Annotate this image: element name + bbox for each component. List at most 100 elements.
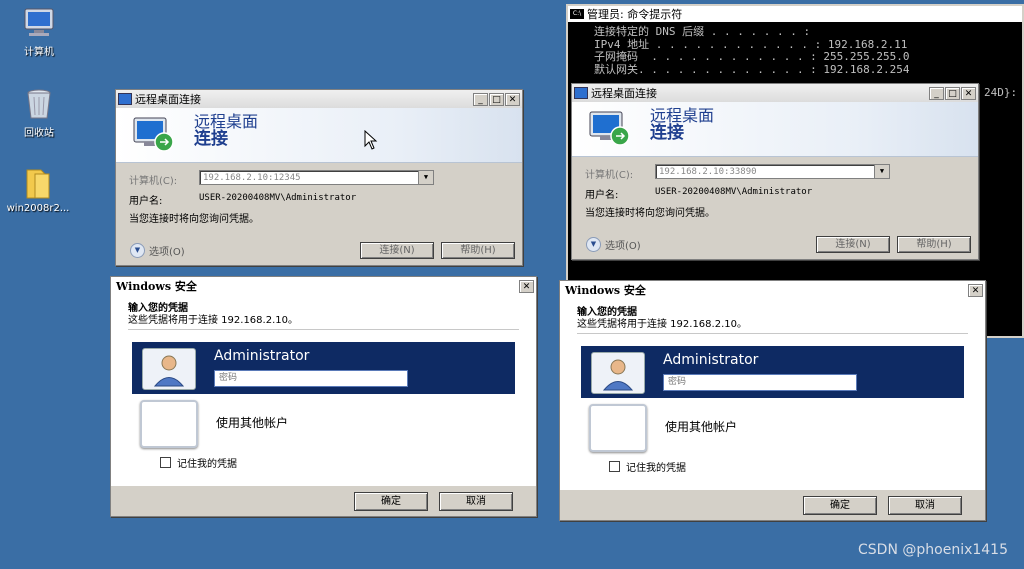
cmd-title: 管理员: 命令提示符 — [587, 8, 683, 21]
desktop-icon-label: 回收站 — [24, 128, 54, 139]
rdp-window-left[interactable]: 远程桌面连接 _ □ ✕ 远程桌面 连接 计算机(C): 192.168.2.1… — [115, 89, 523, 266]
computer-label: 计算机(C): — [585, 170, 634, 181]
options-toggle[interactable]: ▼ 选项(O) — [130, 243, 185, 258]
options-toggle[interactable]: ▼ 选项(O) — [586, 237, 641, 252]
credential-username: Administrator — [214, 348, 310, 364]
cmd-line: 子网掩码 . . . . . . . . . . . . : 255.255.2… — [594, 50, 910, 63]
recycle-bin-icon — [22, 87, 56, 121]
options-label: 选项(O) — [149, 247, 185, 258]
windows-security-dialog-left[interactable]: Windows 安全 ✕ 输入您的凭据 这些凭据将用于连接 192.168.2.… — [110, 276, 537, 517]
rdp-title: 远程桌面连接 — [591, 87, 657, 100]
close-button[interactable]: ✕ — [505, 92, 520, 106]
checkbox-icon[interactable] — [160, 457, 171, 468]
rdp-heading-2: 连接 — [650, 123, 684, 143]
help-button[interactable]: 帮助(H) — [897, 236, 971, 253]
remote-desktop-icon — [130, 114, 180, 154]
computer-value: 192.168.2.10:33890 — [659, 167, 757, 177]
maximize-button[interactable]: □ — [945, 86, 960, 100]
other-account-tile-icon[interactable] — [140, 400, 198, 448]
cancel-button[interactable]: 取消 — [888, 496, 962, 515]
divider — [128, 329, 519, 330]
chevron-down-icon[interactable]: ▼ — [874, 165, 889, 178]
cmd-trailing-text: 24D}: — [984, 86, 1018, 99]
help-button[interactable]: 帮助(H) — [441, 242, 515, 259]
divider — [577, 333, 968, 334]
ok-button[interactable]: 确定 — [803, 496, 877, 515]
desktop-icon-computer[interactable]: 计算机 — [4, 6, 74, 58]
desktop-icon-folder[interactable]: win2008r2... — [3, 166, 73, 214]
other-account-tile-icon[interactable] — [589, 404, 647, 452]
rdp-heading-2: 连接 — [194, 129, 228, 149]
rdp-small-icon — [574, 87, 588, 99]
rdp-titlebar[interactable]: 远程桌面连接 _ □ ✕ — [116, 90, 522, 109]
computer-icon — [22, 6, 56, 40]
password-input[interactable]: 密码 — [663, 374, 857, 391]
rdp-titlebar[interactable]: 远程桌面连接 _ □ ✕ — [572, 84, 978, 103]
security-title: Windows 安全 — [565, 284, 646, 297]
username-value: USER-20200408MV\Administrator — [199, 193, 357, 203]
password-input[interactable]: 密码 — [214, 370, 408, 387]
computer-label: 计算机(C): — [129, 176, 178, 187]
user-avatar-icon — [591, 352, 645, 394]
remember-label: 记住我的凭据 — [177, 459, 237, 470]
cmd-line: 默认网关. . . . . . . . . . . . . : 192.168.… — [594, 62, 910, 76]
credential-note: 当您连接时将向您询问凭据。 — [585, 208, 715, 219]
desktop-icon-recycle-bin[interactable]: 回收站 — [4, 87, 74, 139]
credential-note: 当您连接时将向您询问凭据。 — [129, 214, 259, 225]
security-body: 输入您的凭据 这些凭据将用于连接 192.168.2.10。 Administr… — [111, 295, 536, 516]
options-label: 选项(O) — [605, 241, 641, 252]
computer-value: 192.168.2.10:12345 — [203, 173, 301, 183]
close-button[interactable]: ✕ — [968, 283, 983, 297]
security-title: Windows 安全 — [116, 280, 197, 293]
rdp-title: 远程桌面连接 — [135, 93, 201, 106]
selected-credential-tile[interactable]: Administrator 密码 — [581, 346, 964, 398]
security-titlebar[interactable]: Windows 安全 ✕ — [111, 277, 536, 296]
cmd-output: 连接特定的 DNS 后缀 . . . . . . . : IPv4 地址 . .… — [568, 22, 1022, 80]
cmd-line: 连接特定的 DNS 后缀 . . . . . . . : — [594, 25, 811, 38]
remote-desktop-icon — [586, 108, 636, 148]
rdp-small-icon — [118, 93, 132, 105]
remember-credentials-checkbox[interactable]: 记住我的凭据 — [609, 459, 686, 474]
chevron-down-icon: ▼ — [586, 237, 601, 252]
folder-icon — [21, 166, 55, 200]
cancel-button[interactable]: 取消 — [439, 492, 513, 511]
maximize-button[interactable]: □ — [489, 92, 504, 106]
close-button[interactable]: ✕ — [519, 279, 534, 293]
chevron-down-icon: ▼ — [130, 243, 145, 258]
chevron-down-icon[interactable]: ▼ — [418, 171, 433, 184]
security-body: 输入您的凭据 这些凭据将用于连接 192.168.2.10。 Administr… — [560, 299, 985, 520]
computer-combobox[interactable]: 192.168.2.10:12345 ▼ — [199, 170, 434, 185]
username-label: 用户名: — [129, 196, 163, 207]
watermark: CSDN @phoenix1415 — [858, 542, 1008, 558]
connect-button[interactable]: 连接(N) — [360, 242, 434, 259]
rdp-banner: 远程桌面 连接 — [116, 108, 522, 163]
desktop-icon-label: 计算机 — [24, 47, 54, 58]
dialog-footer: 确定 取消 — [560, 490, 985, 520]
security-titlebar[interactable]: Windows 安全 ✕ — [560, 281, 985, 300]
checkbox-icon[interactable] — [609, 461, 620, 472]
mouse-cursor-icon — [364, 130, 378, 150]
cmd-titlebar[interactable]: C:\ 管理员: 命令提示符 — [568, 6, 1022, 22]
credentials-subheading: 这些凭据将用于连接 192.168.2.10。 — [577, 319, 747, 330]
windows-security-dialog-right[interactable]: Windows 安全 ✕ 输入您的凭据 这些凭据将用于连接 192.168.2.… — [559, 280, 986, 521]
rdp-window-right[interactable]: 远程桌面连接 _ □ ✕ 远程桌面 连接 计算机(C): 192.168.2.1… — [571, 83, 979, 260]
remember-label: 记住我的凭据 — [626, 463, 686, 474]
desktop-icon-label: win2008r2... — [6, 203, 70, 214]
computer-combobox[interactable]: 192.168.2.10:33890 ▼ — [655, 164, 890, 179]
cmd-icon: C:\ — [570, 9, 584, 19]
other-account-label[interactable]: 使用其他帐户 — [216, 414, 288, 431]
ok-button[interactable]: 确定 — [354, 492, 428, 511]
username-label: 用户名: — [585, 190, 619, 201]
selected-credential-tile[interactable]: Administrator 密码 — [132, 342, 515, 394]
connect-button[interactable]: 连接(N) — [816, 236, 890, 253]
other-account-label[interactable]: 使用其他帐户 — [665, 418, 737, 435]
rdp-banner: 远程桌面 连接 — [572, 102, 978, 157]
close-button[interactable]: ✕ — [961, 86, 976, 100]
minimize-button[interactable]: _ — [929, 86, 944, 100]
cmd-line: IPv4 地址 . . . . . . . . . . . . : 192.16… — [594, 37, 908, 51]
dialog-footer: 确定 取消 — [111, 486, 536, 516]
user-avatar-icon — [142, 348, 196, 390]
remember-credentials-checkbox[interactable]: 记住我的凭据 — [160, 455, 237, 470]
minimize-button[interactable]: _ — [473, 92, 488, 106]
credentials-subheading: 这些凭据将用于连接 192.168.2.10。 — [128, 315, 298, 326]
